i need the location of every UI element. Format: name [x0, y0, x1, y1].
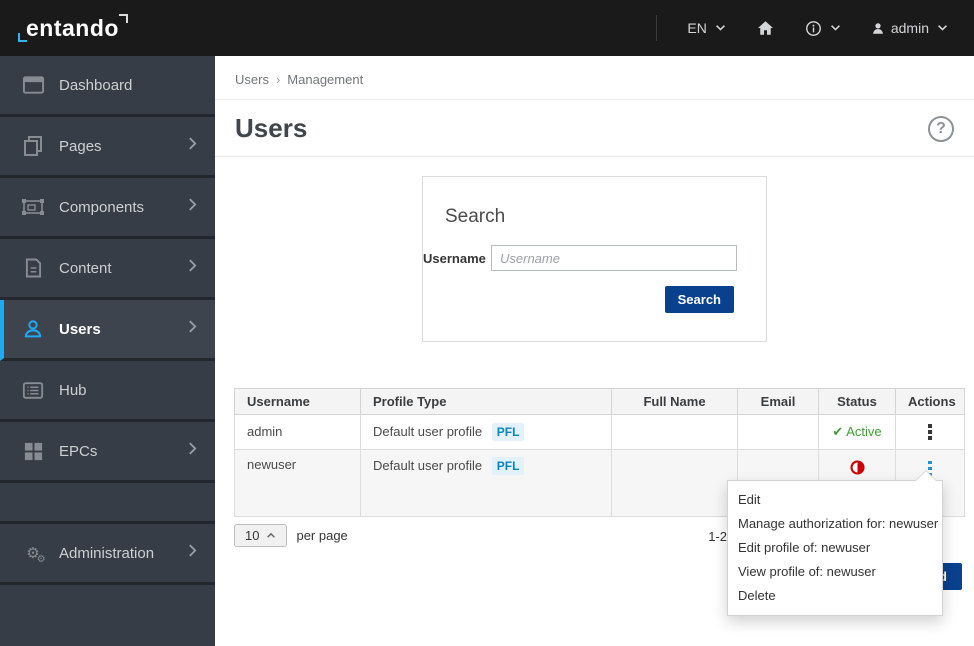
menu-item-delete[interactable]: Delete — [728, 584, 942, 608]
sidebar-item-label: Components — [59, 198, 145, 216]
kebab-menu-button[interactable] — [908, 420, 952, 444]
language-label: EN — [687, 20, 707, 36]
chevron-down-icon — [938, 25, 947, 31]
cell-profile-type: Default user profile PFL — [360, 414, 612, 450]
table-header-row: Username Profile Type Full Name Email St… — [234, 388, 965, 415]
cell-status: ✔ Active — [818, 414, 896, 450]
chevron-right-icon — [188, 543, 197, 563]
col-email: Email — [737, 388, 819, 415]
cell-username: newuser — [234, 448, 361, 517]
breadcrumb: Users › Management — [215, 56, 974, 100]
sidebar-filler — [0, 585, 215, 646]
profile-type-text: Default user profile — [373, 457, 483, 473]
col-profile-type: Profile Type — [360, 388, 612, 415]
pagination-range: 1-2 — [708, 528, 727, 544]
username-label: admin — [890, 20, 929, 36]
dashboard-icon — [20, 75, 46, 95]
pages-icon — [20, 135, 46, 157]
navbar-divider — [656, 15, 658, 41]
col-full-name: Full Name — [611, 388, 738, 415]
page-title: Users — [235, 113, 308, 143]
components-icon — [20, 197, 46, 217]
chevron-right-icon — [188, 197, 197, 217]
sidebar-item-label: Users — [59, 320, 101, 338]
entando-logo[interactable]: entando — [18, 13, 128, 42]
breadcrumb-separator-icon: › — [275, 72, 281, 87]
sidebar-item-content[interactable]: Content — [0, 239, 215, 300]
menu-item-view-profile[interactable]: View profile of: newuser — [728, 560, 942, 584]
epcs-icon — [20, 441, 46, 462]
sidebar: Dashboard Pages Components Content Users… — [0, 56, 215, 646]
sidebar-item-label: Administration — [59, 544, 155, 562]
per-page-label: per page — [296, 527, 348, 543]
status-badge-active: ✔ Active — [832, 423, 882, 439]
chevron-down-icon — [715, 25, 725, 31]
help-button[interactable]: ? — [928, 115, 954, 142]
page-size-select[interactable]: 10 — [234, 523, 288, 547]
search-button[interactable]: Search — [664, 286, 734, 313]
language-menu[interactable]: EN — [679, 14, 733, 42]
sidebar-item-administration[interactable]: ⚙ ⚙ Administration — [0, 524, 215, 585]
sidebar-item-hub[interactable]: Hub — [0, 361, 215, 422]
username-label: Username — [423, 250, 486, 266]
row-actions-context-menu: Edit Manage authorization for: newuser E… — [727, 470, 943, 616]
sidebar-item-label: Dashboard — [59, 76, 133, 94]
caret-up-icon — [267, 532, 276, 538]
user-menu[interactable]: admin — [863, 14, 956, 42]
info-menu[interactable] — [797, 14, 849, 43]
cell-full-name — [611, 414, 738, 450]
cell-actions — [895, 414, 965, 450]
cell-full-name — [611, 448, 738, 517]
main-content: Users › Management Users ? Search Userna… — [215, 56, 974, 646]
chevron-right-icon — [188, 441, 197, 461]
sidebar-item-label: Content — [59, 259, 112, 277]
col-username: Username — [234, 388, 361, 415]
profile-badge: PFL — [491, 456, 525, 475]
sidebar-item-dashboard[interactable]: Dashboard — [0, 56, 215, 117]
sidebar-item-components[interactable]: Components — [0, 178, 215, 239]
sidebar-item-label: Hub — [59, 381, 87, 399]
top-navbar: entando EN admin — [0, 0, 974, 56]
sidebar-item-epcs[interactable]: EPCs — [0, 422, 215, 483]
search-panel-title: Search — [445, 206, 506, 227]
content-icon — [20, 257, 46, 279]
menu-item-manage-authorization[interactable]: Manage authorization for: newuser — [728, 512, 942, 536]
col-actions: Actions — [895, 388, 965, 415]
profile-type-text: Default user profile — [373, 423, 483, 439]
search-panel: Search Username Search — [422, 176, 767, 342]
sidebar-item-label: Pages — [59, 137, 102, 155]
check-icon: ✔ — [832, 423, 844, 439]
info-icon — [805, 20, 821, 36]
home-button[interactable] — [748, 13, 783, 43]
sidebar-item-label: EPCs — [59, 442, 98, 460]
breadcrumb-management: Management — [287, 72, 364, 87]
sidebar-spacer — [0, 483, 215, 524]
question-mark-icon: ? — [936, 119, 946, 137]
administration-icon: ⚙ ⚙ — [26, 544, 46, 565]
chevron-down-icon — [830, 25, 840, 31]
menu-item-edit-profile[interactable]: Edit profile of: newuser — [728, 536, 942, 560]
user-icon — [872, 22, 883, 34]
hub-icon — [20, 381, 46, 400]
expired-icon — [849, 459, 865, 475]
chevron-right-icon — [188, 258, 197, 278]
menu-item-edit[interactable]: Edit — [728, 488, 942, 512]
username-search-input[interactable] — [491, 245, 737, 271]
cell-profile-type: Default user profile PFL — [360, 448, 612, 517]
users-icon — [20, 318, 46, 340]
chevron-right-icon — [188, 136, 197, 156]
chevron-right-icon — [188, 319, 197, 339]
page-size-value: 10 — [245, 527, 260, 543]
table-row: admin Default user profile PFL ✔ Active — [234, 414, 965, 450]
col-status: Status — [818, 388, 896, 415]
home-icon — [757, 21, 773, 35]
cell-email — [737, 414, 819, 450]
profile-badge: PFL — [491, 422, 525, 441]
breadcrumb-users[interactable]: Users — [235, 72, 269, 87]
sidebar-item-users[interactable]: Users — [0, 300, 215, 361]
sidebar-item-pages[interactable]: Pages — [0, 117, 215, 178]
cell-username: admin — [234, 414, 361, 450]
